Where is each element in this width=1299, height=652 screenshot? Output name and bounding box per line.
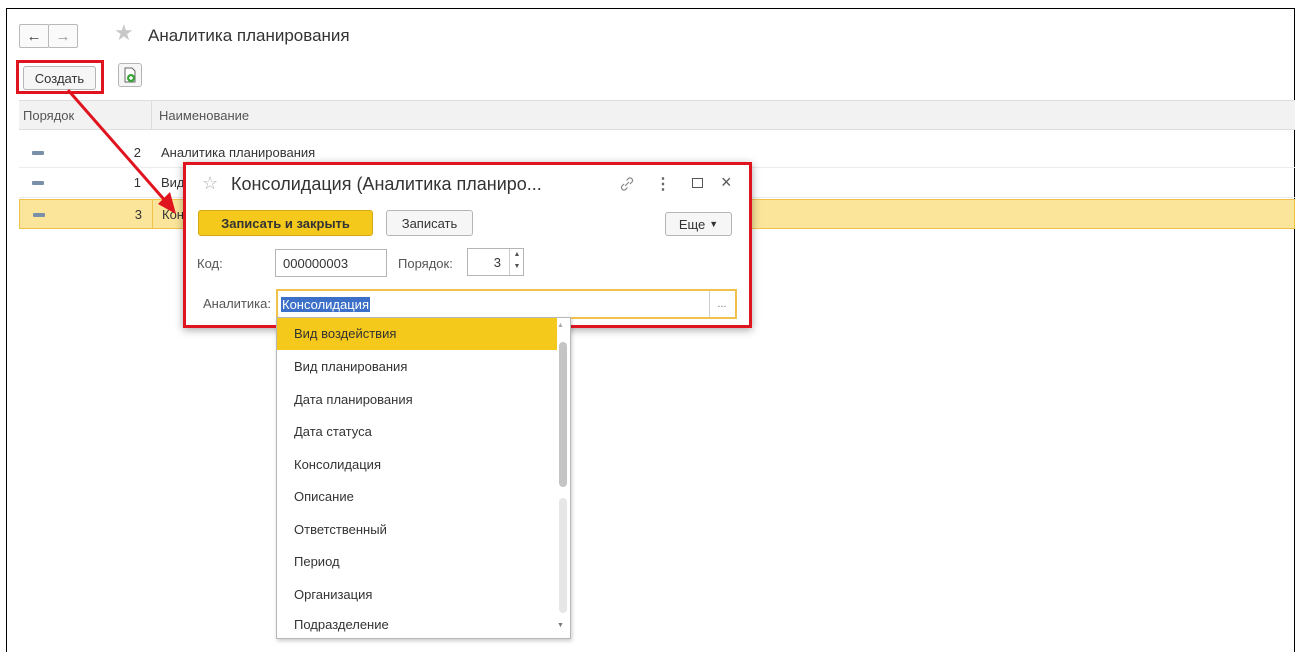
dropdown-item[interactable]: Подразделение — [277, 609, 557, 641]
copy-button[interactable] — [118, 63, 142, 87]
item-icon — [32, 151, 44, 155]
add-document-icon — [124, 67, 136, 83]
table-header: Порядок Наименование — [19, 100, 1295, 130]
arrow-left-icon: ← — [26, 27, 42, 45]
scroll-up-icon[interactable]: ▲ — [557, 322, 564, 329]
annotation-arrow — [66, 89, 176, 214]
dropdown-item[interactable]: Дата планирования — [277, 384, 557, 416]
dropdown-item[interactable]: Ответственный — [277, 514, 557, 546]
star-icon[interactable]: ★ — [114, 20, 134, 46]
dropdown-item-highlighted[interactable]: Вид воздействия — [277, 318, 557, 350]
dropdown-item[interactable]: Период — [277, 546, 557, 578]
scrollbar-thumb[interactable] — [559, 342, 567, 487]
back-button[interactable]: ← — [19, 24, 49, 48]
dropdown-item[interactable]: Организация — [277, 579, 557, 611]
arrow-right-icon: → — [55, 27, 71, 45]
analytics-dropdown: Вид воздействия Вид планирования Дата пл… — [276, 317, 571, 639]
dropdown-item[interactable]: Вид планирования — [277, 351, 557, 383]
dropdown-item[interactable]: Консолидация — [277, 449, 557, 481]
item-icon — [33, 213, 45, 217]
forward-button[interactable]: → — [48, 24, 78, 48]
dropdown-item[interactable]: Дата статуса — [277, 416, 557, 448]
top-margin — [0, 0, 1299, 8]
scroll-down-icon[interactable]: ▼ — [557, 622, 564, 629]
annotation-highlight-dialog — [183, 162, 752, 328]
item-icon — [32, 181, 44, 185]
page-title: Аналитика планирования — [148, 26, 350, 45]
scrollbar-track[interactable] — [559, 498, 567, 613]
dropdown-item[interactable]: Описание — [277, 481, 557, 513]
